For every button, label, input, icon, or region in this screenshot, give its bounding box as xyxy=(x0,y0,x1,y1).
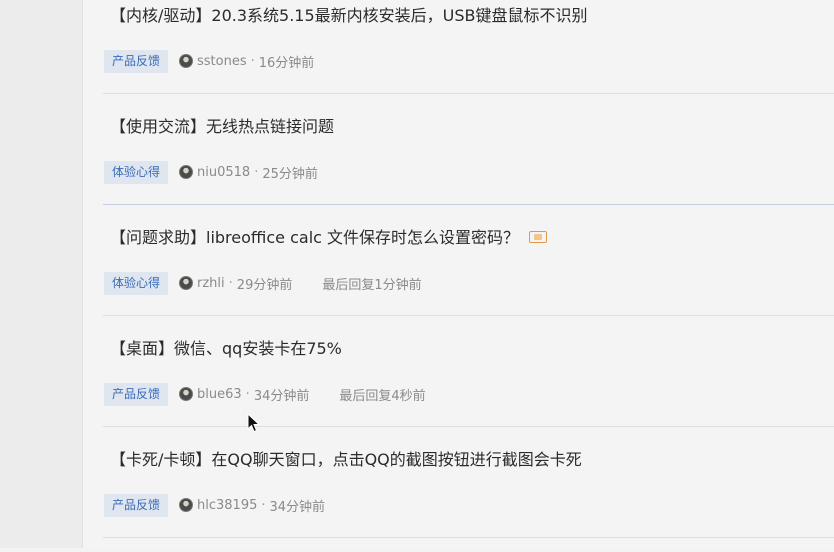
post-time: 34分钟前 xyxy=(269,499,326,515)
post-meta: 产品反馈 hlc38195 · 34分钟前 xyxy=(104,493,325,517)
meta-separator: · xyxy=(261,497,266,513)
post-meta: 体验心得 rzhli · 29分钟前 最后回复1分钟前 xyxy=(104,271,422,295)
divider xyxy=(103,315,834,316)
divider xyxy=(103,93,834,94)
post-time: 16分钟前 xyxy=(258,55,315,71)
post-item[interactable]: 【桌面】微信、qq安装卡在75% 产品反馈 blue63 · 34分钟前 最后回… xyxy=(83,330,834,441)
author-name[interactable]: rzhli xyxy=(197,276,225,291)
divider xyxy=(103,537,834,538)
category-tag[interactable]: 产品反馈 xyxy=(104,382,169,406)
divider xyxy=(103,204,834,205)
post-meta: 体验心得 niu0518 · 25分钟前 xyxy=(104,160,318,184)
left-sidebar-strip xyxy=(0,0,83,548)
post-title-text: 【问题求助】libreoffice calc 文件保存时怎么设置密码？ xyxy=(110,228,520,247)
author-name[interactable]: hlc38195 xyxy=(197,498,257,513)
post-title[interactable]: 【问题求助】libreoffice calc 文件保存时怎么设置密码？ xyxy=(110,226,548,250)
post-item[interactable]: 【内核/驱动】20.3系统5.15最新内核安装后，USB键盘鼠标不识别 产品反馈… xyxy=(83,0,834,108)
mouse-cursor-icon xyxy=(247,413,261,433)
meta-separator: · xyxy=(254,164,259,180)
category-tag[interactable]: 产品反馈 xyxy=(104,493,169,517)
meta-separator: · xyxy=(250,53,255,69)
post-list: 【内核/驱动】20.3系统5.15最新内核安装后，USB键盘鼠标不识别 产品反馈… xyxy=(83,0,834,548)
post-title[interactable]: 【卡死/卡顿】在QQ聊天窗口，点击QQ的截图按钮进行截图会卡死 xyxy=(110,448,582,472)
avatar[interactable] xyxy=(179,165,194,179)
post-time: 29分钟前 xyxy=(236,277,293,293)
divider xyxy=(103,426,834,427)
author-name[interactable]: niu0518 xyxy=(197,165,250,180)
avatar[interactable] xyxy=(179,54,194,68)
post-time: 34分钟前 xyxy=(253,388,310,404)
author-name[interactable]: sstones xyxy=(197,54,247,69)
last-reply: 最后回复1分钟前 xyxy=(322,277,422,293)
post-item[interactable]: 【卡死/卡顿】在QQ聊天窗口，点击QQ的截图按钮进行截图会卡死 产品反馈 hlc… xyxy=(83,441,834,552)
post-item[interactable]: 【问题求助】libreoffice calc 文件保存时怎么设置密码？ 体验心得… xyxy=(83,219,834,330)
category-tag[interactable]: 体验心得 xyxy=(104,160,169,184)
last-reply: 最后回复4秒前 xyxy=(339,388,426,404)
avatar[interactable] xyxy=(179,387,194,401)
avatar[interactable] xyxy=(179,276,194,290)
post-title[interactable]: 【使用交流】无线热点链接问题 xyxy=(110,115,334,139)
avatar[interactable] xyxy=(179,498,194,512)
post-meta: 产品反馈 blue63 · 34分钟前 最后回复4秒前 xyxy=(104,382,426,406)
meta-separator: · xyxy=(245,386,250,402)
post-title[interactable]: 【桌面】微信、qq安装卡在75% xyxy=(110,337,342,361)
author-name[interactable]: blue63 xyxy=(197,387,242,402)
image-icon xyxy=(529,230,548,243)
post-title[interactable]: 【内核/驱动】20.3系统5.15最新内核安装后，USB键盘鼠标不识别 xyxy=(110,4,588,28)
post-time: 25分钟前 xyxy=(262,166,318,182)
post-item[interactable]: 【使用交流】无线热点链接问题 体验心得 niu0518 · 25分钟前 xyxy=(83,108,834,219)
category-tag[interactable]: 体验心得 xyxy=(104,271,169,295)
meta-separator: · xyxy=(228,275,233,291)
category-tag[interactable]: 产品反馈 xyxy=(104,49,169,73)
post-meta: 产品反馈 sstones · 16分钟前 xyxy=(104,49,314,73)
